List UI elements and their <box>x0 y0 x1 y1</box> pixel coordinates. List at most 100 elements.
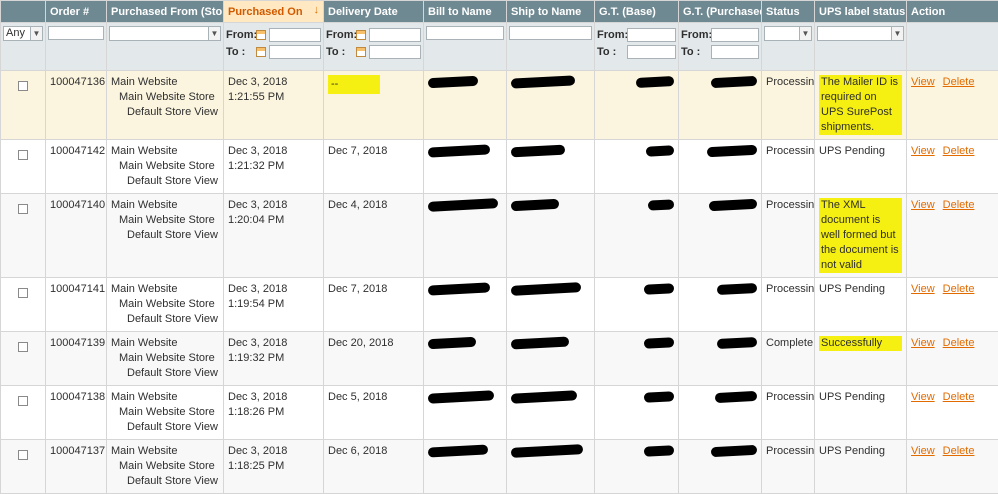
store-filter-select[interactable]: ▼ <box>109 26 221 41</box>
row-checkbox[interactable] <box>18 150 28 160</box>
delete-link[interactable]: Delete <box>943 445 975 457</box>
ups-label-status: Successfully <box>819 336 902 351</box>
view-link[interactable]: View <box>911 76 935 88</box>
calendar-icon[interactable] <box>356 47 366 57</box>
gt-base-to-input[interactable] <box>627 45 676 59</box>
redaction-mark <box>709 199 757 211</box>
order-number[interactable]: 100047142 <box>46 140 107 194</box>
delivery-date: Dec 4, 2018 <box>328 199 387 211</box>
view-link[interactable]: View <box>911 391 935 403</box>
gt-purchased <box>679 278 762 332</box>
filter-ups: ▼ <box>815 23 907 71</box>
any-select[interactable]: Any▼ <box>3 26 43 41</box>
gt-purchased <box>679 386 762 440</box>
order-filter-input[interactable] <box>48 26 104 40</box>
header-gt-purchased[interactable]: G.T. (Purchased) <box>679 1 762 23</box>
header-gt-base[interactable]: G.T. (Base) <box>595 1 679 23</box>
view-link[interactable]: View <box>911 283 935 295</box>
filter-gt-purchased: From: To : <box>679 23 762 71</box>
order-number[interactable]: 100047137 <box>46 440 107 494</box>
calendar-icon[interactable] <box>256 47 266 57</box>
order-number[interactable]: 100047141 <box>46 278 107 332</box>
redaction-mark <box>711 76 757 88</box>
row-select-cell <box>1 71 46 140</box>
delete-link[interactable]: Delete <box>943 337 975 349</box>
delete-link[interactable]: Delete <box>943 391 975 403</box>
store-website: Main Website <box>111 336 219 351</box>
header-order[interactable]: Order # <box>46 1 107 23</box>
row-checkbox[interactable] <box>18 450 28 460</box>
redaction-mark <box>511 390 577 403</box>
view-link[interactable]: View <box>911 337 935 349</box>
store-cell: Main WebsiteMain Website StoreDefault St… <box>107 71 224 140</box>
row-checkbox[interactable] <box>18 204 28 214</box>
store-cell: Main WebsiteMain Website StoreDefault St… <box>107 278 224 332</box>
view-link[interactable]: View <box>911 445 935 457</box>
order-number[interactable]: 100047139 <box>46 332 107 386</box>
bill-filter-input[interactable] <box>426 26 504 40</box>
header-store[interactable]: Purchased From (Store) <box>107 1 224 23</box>
gt-base-from-input[interactable] <box>627 28 676 42</box>
view-link[interactable]: View <box>911 145 935 157</box>
action-cell: View Delete <box>907 71 998 140</box>
row-checkbox[interactable] <box>18 396 28 406</box>
purchased-on: Dec 3, 2018 1:18:25 PM <box>224 440 324 494</box>
store-website: Main Website <box>111 75 219 90</box>
calendar-icon[interactable] <box>356 30 366 40</box>
order-number[interactable]: 100047136 <box>46 71 107 140</box>
delete-link[interactable]: Delete <box>943 199 975 211</box>
header-row: Order # Purchased From (Store) Purchased… <box>1 1 998 23</box>
calendar-icon[interactable] <box>256 30 266 40</box>
gt-purchased-from: From: <box>681 26 759 43</box>
filter-purchased: From: To : <box>224 23 324 71</box>
status-filter-select[interactable]: ▼ <box>764 26 812 41</box>
purchased-on: Dec 3, 2018 1:21:55 PM <box>224 71 324 140</box>
purchased-on: Dec 3, 2018 1:20:04 PM <box>224 194 324 278</box>
header-status[interactable]: Status <box>762 1 815 23</box>
ups-label-status: UPS Pending <box>819 145 885 157</box>
filter-row: Any▼ ▼ From: To : From: To : From: To : … <box>1 23 998 71</box>
gt-purchased-from-input[interactable] <box>711 28 759 42</box>
chevron-down-icon: ▼ <box>799 27 811 40</box>
store-view: Default Store View <box>111 366 219 381</box>
header-purchased-on[interactable]: Purchased On↓ <box>224 1 324 23</box>
view-link[interactable]: View <box>911 199 935 211</box>
row-checkbox[interactable] <box>18 81 28 91</box>
filter-order <box>46 23 107 71</box>
row-checkbox[interactable] <box>18 342 28 352</box>
ship-filter-input[interactable] <box>509 26 592 40</box>
purchased-from-input[interactable] <box>269 28 321 42</box>
delete-link[interactable]: Delete <box>943 76 975 88</box>
gt-purchased <box>679 194 762 278</box>
delete-link[interactable]: Delete <box>943 145 975 157</box>
order-number[interactable]: 100047140 <box>46 194 107 278</box>
store-cell: Main WebsiteMain Website StoreDefault St… <box>107 140 224 194</box>
filter-delivery: From: To : <box>324 23 424 71</box>
purchased-to: To : <box>226 43 321 60</box>
header-action: Action <box>907 1 998 23</box>
from-label: From: <box>226 29 256 41</box>
row-checkbox[interactable] <box>18 288 28 298</box>
header-ups[interactable]: UPS label status <box>815 1 907 23</box>
gt-purchased-to-input[interactable] <box>711 45 759 59</box>
header-bill[interactable]: Bill to Name <box>424 1 507 23</box>
delivery-date-cell: Dec 7, 2018 <box>324 140 424 194</box>
row-select-cell <box>1 386 46 440</box>
ups-filter-select[interactable]: ▼ <box>817 26 904 41</box>
status: Processing <box>762 386 815 440</box>
gt-base <box>595 332 679 386</box>
store-name: Main Website Store <box>111 213 219 228</box>
order-number[interactable]: 100047138 <box>46 386 107 440</box>
redaction-mark <box>511 75 575 88</box>
table-row: 100047138Main WebsiteMain Website StoreD… <box>1 386 998 440</box>
delivery-to-input[interactable] <box>369 45 421 59</box>
to-label: To : <box>226 46 256 58</box>
store-view: Default Store View <box>111 420 219 435</box>
header-delivery[interactable]: Delivery Date <box>324 1 424 23</box>
orders-grid: Order # Purchased From (Store) Purchased… <box>0 0 998 494</box>
header-ship[interactable]: Ship to Name <box>507 1 595 23</box>
delete-link[interactable]: Delete <box>943 283 975 295</box>
filter-gt-base: From: To : <box>595 23 679 71</box>
delivery-from-input[interactable] <box>369 28 421 42</box>
purchased-to-input[interactable] <box>269 45 321 59</box>
